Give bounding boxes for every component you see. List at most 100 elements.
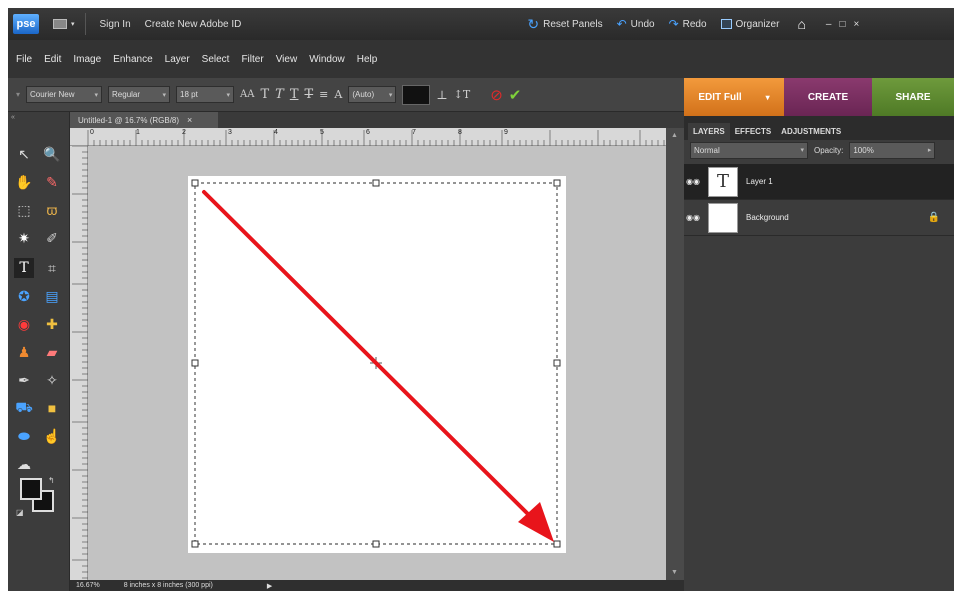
text-orientation-icon[interactable]: ↕T [454, 88, 471, 101]
document-tab-title: Untitled-1 @ 16.7% (RGB/8) [78, 115, 180, 125]
create-adobe-id-link[interactable]: Create New Adobe ID [145, 19, 242, 30]
visibility-eye-icon[interactable]: ◉◉ [684, 213, 702, 222]
menu-layer[interactable]: Layer [165, 54, 190, 65]
close-icon[interactable]: × [854, 19, 860, 30]
workspace-menu-button[interactable]: ▾ [53, 19, 75, 29]
align-left-icon[interactable]: ≡ [319, 88, 328, 101]
layer-row[interactable]: ◉◉ T Layer 1 [684, 164, 954, 200]
transform-handle[interactable] [191, 179, 199, 187]
marquee-tool-icon[interactable]: ⬚ [14, 200, 34, 220]
menu-file[interactable]: File [16, 54, 32, 65]
menu-window[interactable]: Window [309, 54, 345, 65]
straighten-tool-icon[interactable]: ▤ [42, 286, 62, 306]
lock-icon[interactable]: 🔒 [928, 212, 940, 223]
italic-text-icon[interactable]: T [275, 87, 284, 102]
transform-handle[interactable] [372, 540, 380, 548]
move-tool-icon[interactable]: ↖ [14, 144, 34, 164]
type-tool-icon[interactable]: T [14, 258, 34, 278]
blend-mode-select[interactable]: Normal ▾ [690, 141, 808, 159]
red-eye-tool-icon[interactable]: ◉ [14, 314, 34, 334]
scroll-down-icon[interactable]: ▼ [671, 569, 678, 576]
paint-bucket-tool-icon[interactable]: ⛟ [14, 398, 34, 418]
strikethrough-text-icon[interactable]: T [304, 87, 313, 102]
menu-enhance[interactable]: Enhance [113, 54, 152, 65]
reset-icon: ↻ [527, 15, 540, 32]
gradient-tool-icon[interactable]: ■ [42, 398, 62, 418]
menu-help[interactable]: Help [357, 54, 378, 65]
toolbox-collapse-icon[interactable]: « [11, 114, 15, 121]
selection-brush-tool-icon[interactable]: ✐ [42, 228, 62, 248]
font-size-select[interactable]: 18 pt ▾ [176, 86, 235, 103]
close-icon[interactable]: × [187, 115, 192, 125]
opacity-field[interactable]: 100% ▸ [849, 141, 936, 159]
transform-handle[interactable] [553, 179, 561, 187]
anti-alias-icon[interactable]: AA [240, 89, 254, 100]
zoom-tool-icon[interactable]: 🔍 [42, 144, 62, 164]
tab-layers[interactable]: LAYERS [688, 123, 730, 140]
menu-image[interactable]: Image [73, 54, 101, 65]
canvas-area[interactable] [88, 146, 666, 580]
transform-handle[interactable] [191, 359, 199, 367]
blur-tool-icon[interactable]: ☝ [42, 426, 62, 446]
lasso-tool-icon[interactable]: ϖ [42, 200, 62, 220]
organizer-button[interactable]: Organizer [720, 19, 779, 30]
tab-edit-label: EDIT Full [698, 91, 742, 103]
commit-check-icon[interactable]: ✔ [509, 86, 522, 104]
underline-text-icon[interactable]: T [290, 87, 299, 102]
brush-tool-icon[interactable]: ✒ [14, 370, 34, 390]
scroll-up-icon[interactable]: ▲ [671, 132, 678, 139]
zoom-level[interactable]: 16.67% [76, 582, 100, 589]
shape-tool-icon[interactable]: ⬬ [14, 426, 34, 446]
leading-select[interactable]: (Auto) ▾ [348, 86, 397, 103]
window-controls: – □ × [826, 19, 859, 30]
menu-filter[interactable]: Filter [241, 54, 263, 65]
chevron-down-icon: ▾ [94, 91, 99, 99]
warp-text-icon[interactable]: ⊥ [436, 88, 447, 102]
tab-edit-full[interactable]: EDIT Full ▾ [684, 78, 784, 116]
font-size-value: 18 pt [180, 90, 198, 99]
ruler-number: 3 [228, 129, 232, 136]
tab-create[interactable]: CREATE [784, 78, 872, 116]
menu-select[interactable]: Select [202, 54, 230, 65]
chevron-down-icon: ▾ [388, 91, 393, 99]
healing-brush-tool-icon[interactable]: ✚ [42, 314, 62, 334]
clone-stamp-tool-icon[interactable]: ♟ [14, 342, 34, 362]
maximize-icon[interactable]: □ [839, 19, 845, 30]
home-button[interactable]: ⌂ [797, 16, 805, 32]
tab-adjustments[interactable]: ADJUSTMENTS [776, 123, 846, 140]
ruler-number: 7 [412, 129, 416, 136]
cookie-cutter-tool-icon[interactable]: ✪ [14, 286, 34, 306]
menu-view[interactable]: View [276, 54, 298, 65]
smart-brush-tool-icon[interactable]: ✧ [42, 370, 62, 390]
document-tab[interactable]: Untitled-1 @ 16.7% (RGB/8) × [70, 112, 218, 128]
transform-handle[interactable] [191, 540, 199, 548]
sponge-tool-icon[interactable]: ☁ [14, 454, 34, 474]
transform-handle[interactable] [553, 359, 561, 367]
bold-text-icon[interactable]: T [260, 87, 269, 102]
minimize-icon[interactable]: – [826, 19, 832, 30]
menu-edit[interactable]: Edit [44, 54, 61, 65]
visibility-eye-icon[interactable]: ◉◉ [684, 177, 702, 186]
cancel-icon[interactable]: ⊘ [490, 86, 503, 104]
text-color-swatch[interactable] [402, 84, 431, 105]
tab-effects[interactable]: EFFECTS [730, 123, 776, 140]
redo-button[interactable]: ↷ Redo [669, 17, 707, 31]
sign-in-link[interactable]: Sign In [100, 19, 131, 30]
swap-colors-icon[interactable]: ↰ [48, 476, 55, 485]
crop-tool-icon[interactable]: ⌗ [42, 258, 62, 278]
transform-handle[interactable] [372, 179, 380, 187]
status-menu-arrow-icon[interactable]: ▶ [267, 582, 272, 590]
magic-wand-tool-icon[interactable]: ✷ [14, 228, 34, 248]
hand-tool-icon[interactable]: ✋ [14, 172, 34, 192]
layer-row[interactable]: ◉◉ Background 🔒 [684, 200, 954, 236]
font-style-select[interactable]: Regular ▾ [108, 86, 171, 103]
undo-button[interactable]: ↶ Undo [617, 17, 655, 31]
vertical-scrollbar[interactable]: ▲ ▼ [666, 128, 684, 580]
default-colors-icon[interactable]: ◪ [16, 508, 24, 517]
eyedropper-tool-icon[interactable]: ✎ [42, 172, 62, 192]
reset-panels-button[interactable]: ↻ Reset Panels [527, 16, 602, 33]
tab-share[interactable]: SHARE [872, 78, 954, 116]
eraser-tool-icon[interactable]: ▰ [42, 342, 62, 362]
transform-handle[interactable] [553, 540, 561, 548]
font-family-select[interactable]: Courier New ▾ [26, 86, 103, 103]
